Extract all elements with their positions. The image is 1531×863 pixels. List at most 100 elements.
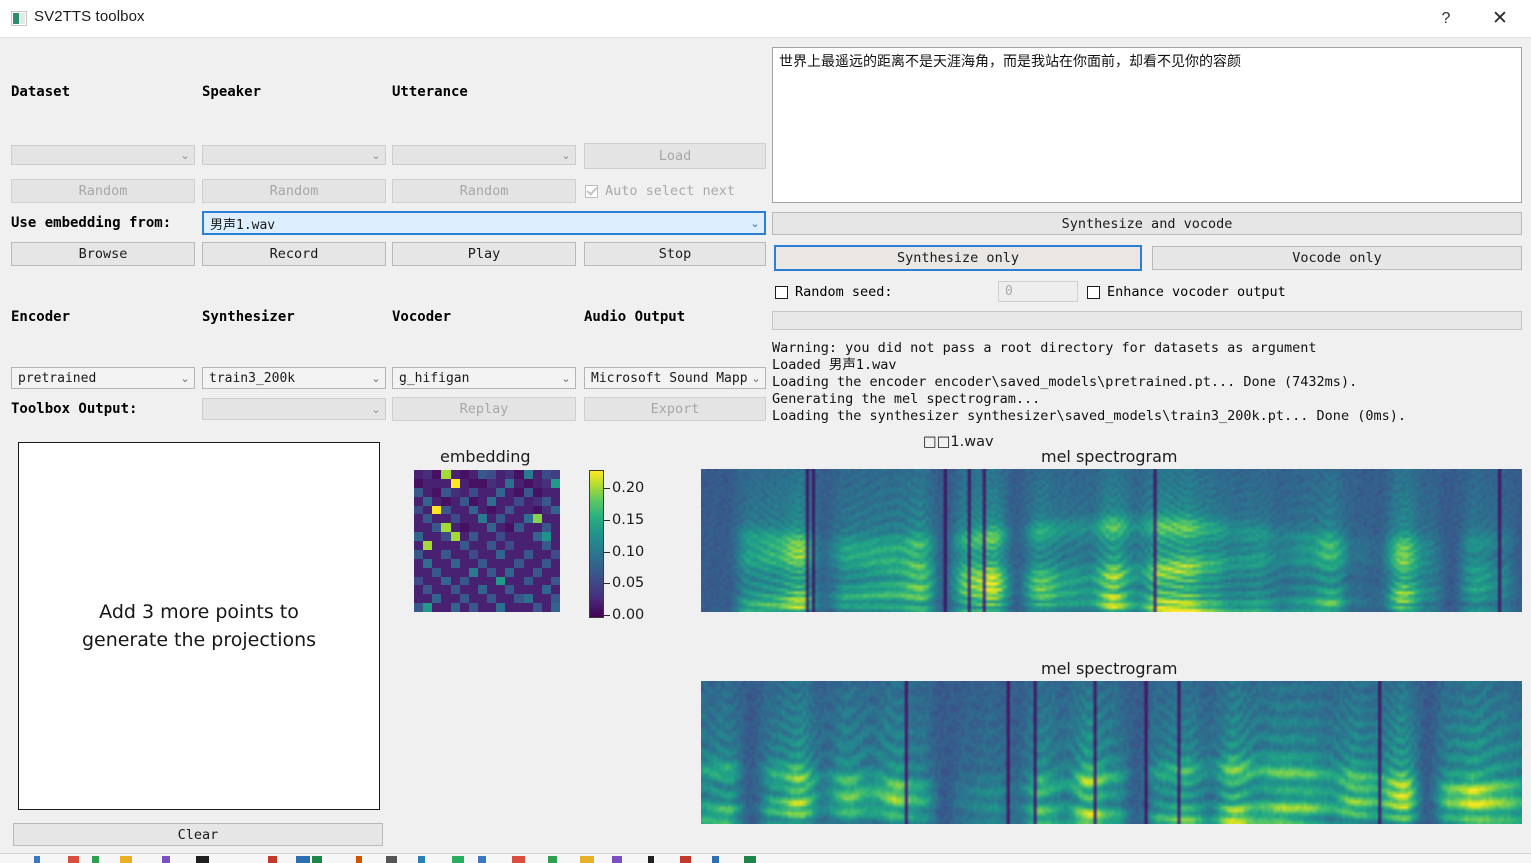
heatmap-cell bbox=[460, 514, 469, 523]
heatmap-cell bbox=[423, 506, 432, 515]
colorbar-tick-label: 0.00 bbox=[612, 607, 644, 623]
heatmap-cell bbox=[514, 497, 523, 506]
toolbox-output-combo[interactable]: ⌄ bbox=[202, 398, 386, 420]
stop-button[interactable]: Stop bbox=[584, 242, 766, 266]
heatmap-cell bbox=[441, 550, 450, 559]
taskbar-item[interactable] bbox=[744, 856, 756, 863]
taskbar-item[interactable] bbox=[548, 856, 557, 863]
checkbox-icon bbox=[1087, 286, 1100, 299]
taskbar-item[interactable] bbox=[478, 856, 486, 863]
heatmap-cell bbox=[514, 506, 523, 515]
heatmap-cell bbox=[451, 550, 460, 559]
vocoder-combo[interactable]: g_hifigan ⌄ bbox=[392, 367, 576, 389]
heatmap-cell bbox=[533, 488, 542, 497]
use-embedding-combo[interactable]: 男声1.wav ⌄ bbox=[202, 211, 766, 235]
close-icon[interactable]: ✕ bbox=[1477, 0, 1523, 37]
random-dataset-button[interactable]: Random bbox=[11, 179, 195, 203]
synthesize-only-button[interactable]: Synthesize only bbox=[774, 245, 1142, 271]
heatmap-cell bbox=[469, 470, 478, 479]
speaker-combo[interactable]: ⌄ bbox=[202, 145, 386, 165]
heatmap-cell bbox=[487, 577, 496, 586]
heatmap-cell bbox=[432, 514, 441, 523]
replay-button[interactable]: Replay bbox=[392, 397, 576, 421]
seed-input[interactable]: 0 bbox=[998, 281, 1078, 302]
checkbox-icon bbox=[585, 185, 598, 198]
heatmap-cell bbox=[505, 568, 514, 577]
synthesize-and-vocode-button[interactable]: Synthesize and vocode bbox=[772, 212, 1522, 235]
heatmap-cell bbox=[423, 568, 432, 577]
load-button[interactable]: Load bbox=[584, 143, 766, 169]
heatmap-cell bbox=[524, 506, 533, 515]
heatmap-cell bbox=[451, 479, 460, 488]
taskbar-item[interactable] bbox=[712, 856, 719, 863]
heatmap-cell bbox=[496, 594, 505, 603]
taskbar-item[interactable] bbox=[162, 856, 170, 863]
auto-select-next-checkbox[interactable]: Auto select next bbox=[585, 183, 735, 199]
record-button[interactable]: Record bbox=[202, 242, 386, 266]
colorbar-tick bbox=[604, 615, 610, 616]
heatmap-cell bbox=[524, 523, 533, 532]
heatmap-cell bbox=[551, 523, 560, 532]
colorbar-tick bbox=[604, 583, 610, 584]
heatmap-cell bbox=[505, 559, 514, 568]
encoder-combo[interactable]: pretrained ⌄ bbox=[11, 367, 195, 389]
heatmap-cell bbox=[496, 470, 505, 479]
heatmap-cell bbox=[469, 559, 478, 568]
enhance-vocoder-output-checkbox[interactable]: Enhance vocoder output bbox=[1087, 284, 1286, 300]
taskbar-item[interactable] bbox=[386, 856, 397, 863]
heatmap-cell bbox=[441, 568, 450, 577]
heatmap-cell bbox=[451, 603, 460, 612]
clear-button[interactable]: Clear bbox=[13, 823, 383, 846]
vocode-only-button[interactable]: Vocode only bbox=[1152, 246, 1522, 270]
heatmap-cell bbox=[514, 532, 523, 541]
random-speaker-button[interactable]: Random bbox=[202, 179, 386, 203]
taskbar-item[interactable] bbox=[418, 856, 425, 863]
heatmap-cell bbox=[414, 559, 423, 568]
dataset-combo[interactable]: ⌄ bbox=[11, 145, 195, 165]
heatmap-cell bbox=[469, 541, 478, 550]
heatmap-cell bbox=[423, 470, 432, 479]
heatmap-cell bbox=[478, 585, 487, 594]
taskbar-item[interactable] bbox=[612, 856, 622, 863]
taskbar-item[interactable] bbox=[296, 856, 310, 863]
taskbar-item[interactable] bbox=[580, 856, 594, 863]
taskbar-item[interactable] bbox=[92, 856, 99, 863]
taskbar-item[interactable] bbox=[68, 856, 79, 863]
audio-output-combo[interactable]: Microsoft Sound Mapp ⌄ bbox=[584, 367, 766, 389]
heatmap-cell bbox=[487, 541, 496, 550]
heatmap-cell bbox=[505, 497, 514, 506]
log-line: Loading the synthesizer synthesizer\save… bbox=[772, 408, 1522, 425]
heatmap-cell bbox=[542, 577, 551, 586]
taskbar-item[interactable] bbox=[680, 856, 691, 863]
taskbar-item[interactable] bbox=[648, 856, 654, 863]
random-utterance-button[interactable]: Random bbox=[392, 179, 576, 203]
taskbar-item[interactable] bbox=[34, 856, 40, 863]
taskbar-item[interactable] bbox=[120, 856, 132, 863]
heatmap-cell bbox=[496, 532, 505, 541]
heatmap-cell bbox=[533, 532, 542, 541]
play-button[interactable]: Play bbox=[392, 242, 576, 266]
browse-button[interactable]: Browse bbox=[11, 242, 195, 266]
vocoder-header: Vocoder bbox=[392, 309, 451, 325]
heatmap-cell bbox=[505, 523, 514, 532]
heatmap-cell bbox=[542, 497, 551, 506]
heatmap-cell bbox=[505, 532, 514, 541]
heatmap-cell bbox=[514, 559, 523, 568]
taskbar-item[interactable] bbox=[312, 856, 322, 863]
help-icon[interactable]: ? bbox=[1423, 0, 1469, 37]
random-seed-checkbox[interactable]: Random seed: bbox=[775, 284, 893, 300]
heatmap-cell bbox=[414, 585, 423, 594]
taskbar-item[interactable] bbox=[452, 856, 464, 863]
text-input[interactable]: 世界上最遥远的距离不是天涯海角，而是我站在你面前，却看不见你的容颜 bbox=[772, 47, 1522, 203]
export-button[interactable]: Export bbox=[584, 397, 766, 421]
heatmap-cell bbox=[533, 550, 542, 559]
synthesizer-combo[interactable]: train3_200k ⌄ bbox=[202, 367, 386, 389]
heatmap-cell bbox=[460, 470, 469, 479]
taskbar-item[interactable] bbox=[512, 856, 525, 863]
heatmap-cell bbox=[496, 506, 505, 515]
taskbar-item[interactable] bbox=[268, 856, 277, 863]
utterance-combo[interactable]: ⌄ bbox=[392, 145, 576, 165]
taskbar-item[interactable] bbox=[196, 856, 209, 863]
projections-plot[interactable]: Add 3 more points to generate the projec… bbox=[18, 442, 380, 810]
taskbar-item[interactable] bbox=[356, 856, 362, 863]
